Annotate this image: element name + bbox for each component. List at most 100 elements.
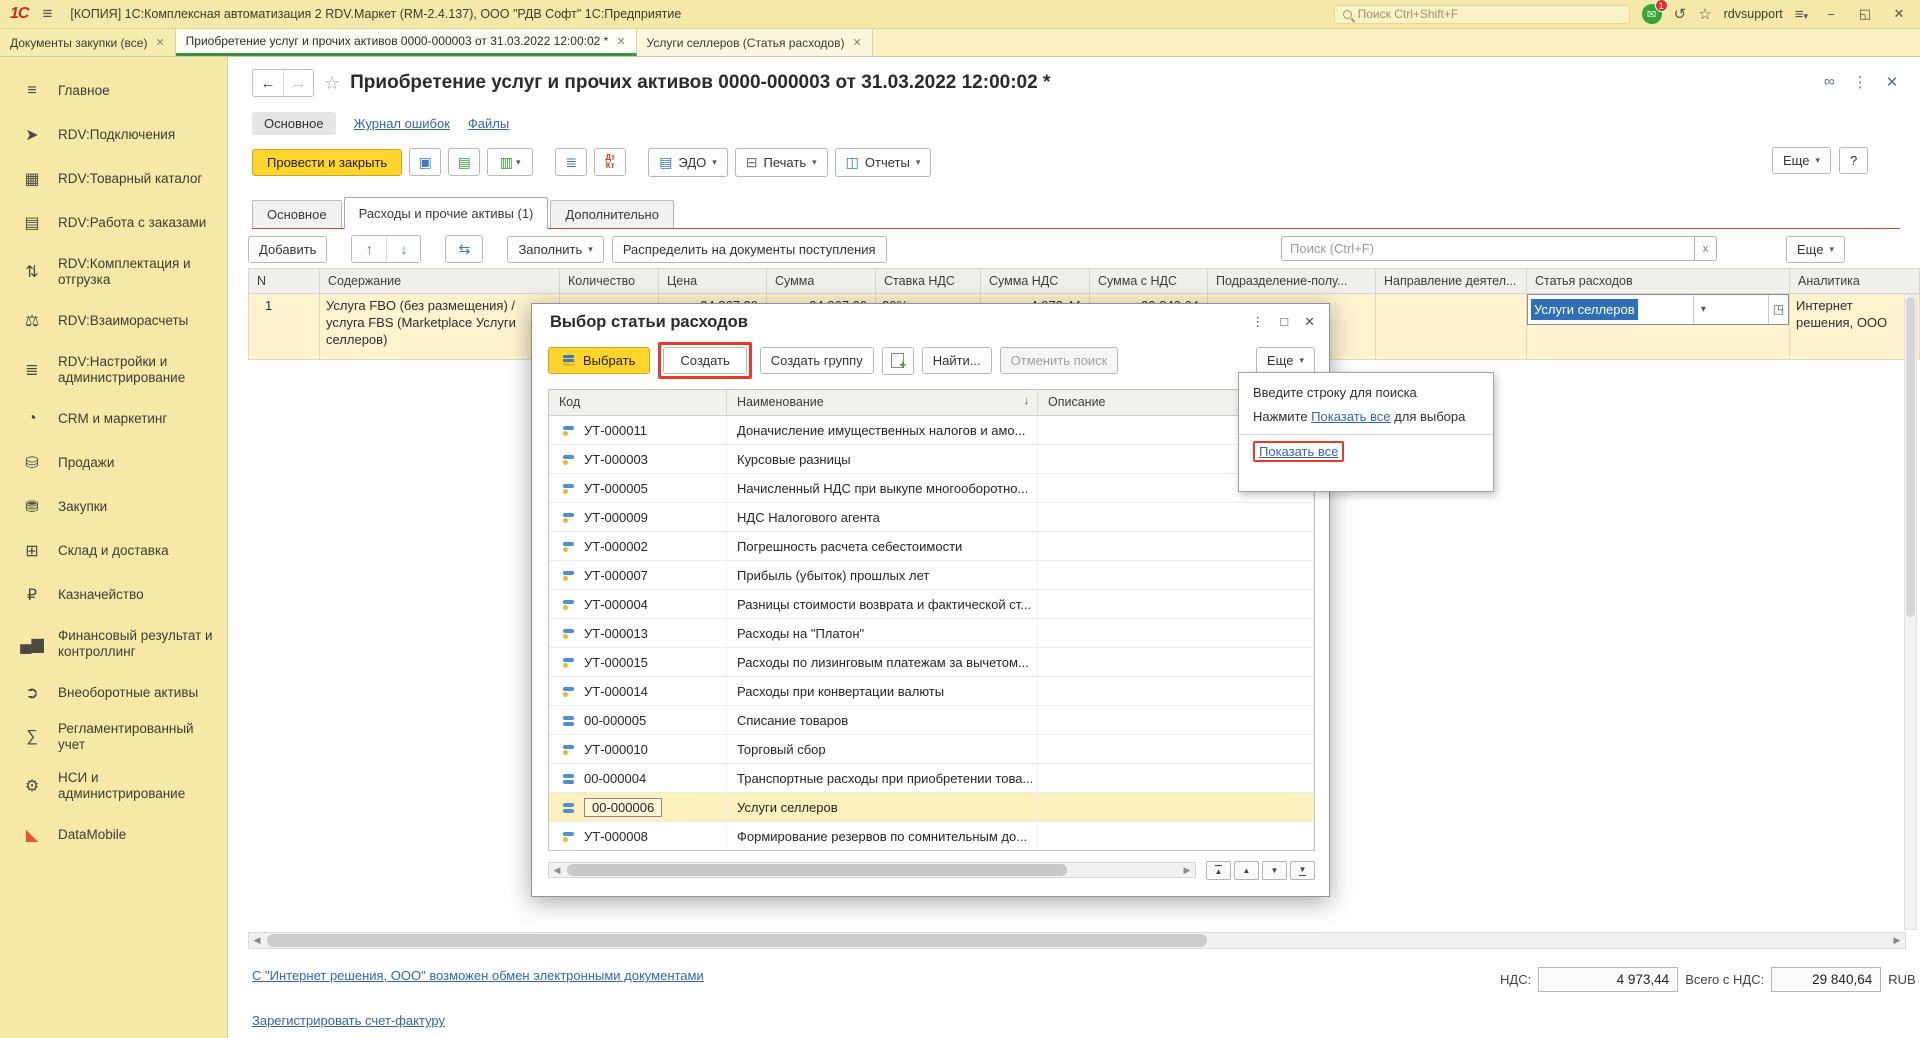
post-document-button[interactable]: ▤: [448, 148, 480, 176]
list-item[interactable]: УТ-000011 Доначисление имущественных нал…: [549, 416, 1314, 445]
sidebar-item[interactable]: ▄▆ Финансовый результат и контроллинг: [0, 617, 227, 671]
save-button[interactable]: ▣: [409, 148, 441, 176]
sidebar-item[interactable]: ⊞ Склад и доставка: [0, 529, 227, 573]
scrollbar-thumb[interactable]: [267, 934, 1207, 947]
dialog-maximize-icon[interactable]: □: [1280, 314, 1288, 330]
register-invoice-link[interactable]: Зарегистрировать счет-фактуру: [252, 1013, 445, 1028]
nav-link-main[interactable]: Основное: [252, 112, 336, 135]
print-dropdown-button[interactable]: ⊟Печать▾: [735, 148, 828, 177]
list-item[interactable]: 00-000004 Транспортные расходы при приоб…: [549, 764, 1314, 793]
move-up-icon[interactable]: ↑: [352, 236, 386, 262]
subtab[interactable]: Дополнительно: [550, 200, 674, 228]
dialog-close-icon[interactable]: ✕: [1304, 314, 1315, 330]
sidebar-item[interactable]: ⚙ НСИ и администрирование: [0, 759, 227, 813]
column-header[interactable]: Содержание: [320, 268, 560, 294]
subtab[interactable]: Основное: [252, 200, 342, 228]
total-value-field[interactable]: 29 840,64: [1771, 967, 1881, 992]
more-button[interactable]: Еще▾: [1772, 147, 1831, 174]
show-all-inline-link[interactable]: Показать все: [1311, 409, 1390, 424]
tab-close-icon[interactable]: ✕: [155, 36, 164, 49]
create-group-button[interactable]: Создать группу: [760, 347, 874, 374]
list-item[interactable]: УТ-000008 Формирование резервов по сомни…: [549, 822, 1314, 851]
list-item[interactable]: УТ-000007 Прибыль (убыток) прошлых лет: [549, 561, 1314, 590]
sidebar-item[interactable]: ≣ RDV:Настройки и администрирование: [0, 343, 227, 397]
column-header[interactable]: Статья расходов: [1527, 268, 1790, 294]
list-item[interactable]: УТ-000003 Курсовые разницы: [549, 445, 1314, 474]
sidebar-item[interactable]: ▦ RDV:Товарный каталог: [0, 157, 227, 201]
list-column-header[interactable]: Код: [549, 390, 727, 415]
get-link-icon[interactable]: ∞: [1824, 73, 1835, 91]
scrollbar-thumb[interactable]: [1906, 297, 1915, 617]
list-item[interactable]: УТ-000010 Торговый сбор: [549, 735, 1314, 764]
expense-item-combo[interactable]: Услуги селлеров ▾ ◳: [1527, 294, 1789, 325]
column-header[interactable]: Сумма НДС: [981, 268, 1090, 294]
sidebar-item[interactable]: ◔ CRM и маркетинг: [0, 397, 227, 441]
list-item[interactable]: УТ-000009 НДС Налогового агента: [549, 503, 1314, 532]
column-header[interactable]: Ставка НДС: [876, 268, 981, 294]
window-tab[interactable]: Документы закупки (все) ✕: [0, 29, 176, 56]
list-item[interactable]: УТ-000002 Погрешность расчета себестоимо…: [549, 532, 1314, 561]
table-search-input[interactable]: [1281, 236, 1695, 261]
vertical-scrollbar[interactable]: [1904, 294, 1917, 930]
notifications-button[interactable]: ✉ 1: [1642, 4, 1662, 24]
history-icon[interactable]: ↺: [1674, 5, 1687, 23]
move-down-icon[interactable]: ↓: [386, 236, 420, 262]
back-arrow-icon[interactable]: ←: [253, 70, 283, 96]
scroll-left-icon[interactable]: ◀: [549, 863, 565, 878]
favorite-star-icon[interactable]: ☆: [324, 73, 340, 94]
form-close-icon[interactable]: ✕: [1886, 73, 1899, 91]
sidebar-item[interactable]: ≡ Главное: [0, 69, 227, 113]
list-column-header[interactable]: Наименование↓: [727, 390, 1038, 415]
sidebar-item[interactable]: ⇅ RDV:Комплектация и отгрузка: [0, 245, 227, 299]
sidebar-item[interactable]: ◣ DataMobile: [0, 813, 227, 857]
add-row-button[interactable]: Добавить: [248, 236, 327, 263]
list-item[interactable]: УТ-000005 Начисленный НДС при выкупе мно…: [549, 474, 1314, 503]
fill-dropdown-button[interactable]: Заполнить▾: [507, 236, 603, 263]
column-header[interactable]: Количество: [560, 268, 659, 294]
cell-n[interactable]: 1: [248, 294, 320, 360]
column-header[interactable]: Направление деятел...: [1376, 268, 1527, 294]
column-header[interactable]: Сумма с НДС: [1090, 268, 1208, 294]
sidebar-item[interactable]: ➲ Внеоборотные активы: [0, 671, 227, 715]
distribute-button[interactable]: Распределить на документы поступления: [612, 236, 887, 263]
post-and-close-button[interactable]: Провести и закрыть: [252, 149, 402, 176]
help-button[interactable]: ?: [1839, 147, 1868, 174]
horizontal-scrollbar[interactable]: ◀ ▶: [248, 932, 1906, 949]
clear-search-icon[interactable]: x: [1695, 236, 1717, 261]
forward-arrow-icon[interactable]: →: [283, 70, 313, 96]
cancel-search-button[interactable]: Отменить поиск: [1000, 347, 1119, 374]
column-header[interactable]: Аналитика: [1790, 268, 1920, 294]
minimize-button[interactable]: −: [1820, 7, 1842, 22]
list-item[interactable]: УТ-000004 Разницы стоимости возврата и ф…: [549, 590, 1314, 619]
scrollbar-thumb[interactable]: [567, 864, 1067, 876]
column-header[interactable]: N: [248, 268, 320, 294]
dialog-kebab-menu-icon[interactable]: ⋮: [1251, 314, 1264, 330]
go-previous-icon[interactable]: ▲: [1234, 861, 1259, 880]
sidebar-item[interactable]: ⛁ Продажи: [0, 441, 227, 485]
column-header[interactable]: Сумма: [767, 268, 876, 294]
vat-value-field[interactable]: 4 973,44: [1538, 967, 1678, 992]
nav-link-error-log[interactable]: Журнал ошибок: [354, 116, 450, 131]
list-horizontal-scrollbar[interactable]: ◀ ▶: [548, 862, 1196, 878]
copy-dropdown-button[interactable]: ▥▾: [487, 148, 533, 176]
window-tab[interactable]: Приобретение услуг и прочих активов 0000…: [176, 29, 637, 56]
tab-close-icon[interactable]: ✕: [616, 35, 625, 48]
sidebar-item[interactable]: ▤ RDV:Работа с заказами: [0, 201, 227, 245]
sidebar-item[interactable]: ⛃ Закупки: [0, 485, 227, 529]
list-item[interactable]: УТ-000015 Расходы по лизинговым платежам…: [549, 648, 1314, 677]
edi-exchange-link[interactable]: С "Интернет решения, ООО" возможен обмен…: [252, 968, 704, 983]
global-search-input[interactable]: Поиск Ctrl+Shift+F: [1334, 5, 1630, 24]
combo-open-icon[interactable]: ◳: [1768, 295, 1788, 324]
table-more-button[interactable]: Еще▾: [1786, 236, 1845, 263]
related-links-button[interactable]: ⇆: [445, 235, 483, 263]
cell-activity[interactable]: [1376, 294, 1527, 360]
go-last-icon[interactable]: ▼: [1290, 861, 1315, 880]
column-header[interactable]: Подразделение-полу...: [1208, 268, 1376, 294]
scroll-right-icon[interactable]: ▶: [1889, 933, 1905, 948]
column-header[interactable]: Цена: [659, 268, 767, 294]
go-first-icon[interactable]: ▲: [1206, 861, 1231, 880]
find-button[interactable]: Найти...: [922, 347, 992, 374]
list-item[interactable]: 00-000005 Списание товаров: [549, 706, 1314, 735]
scroll-right-icon[interactable]: ▶: [1179, 863, 1195, 878]
close-button[interactable]: ✕: [1888, 6, 1910, 22]
